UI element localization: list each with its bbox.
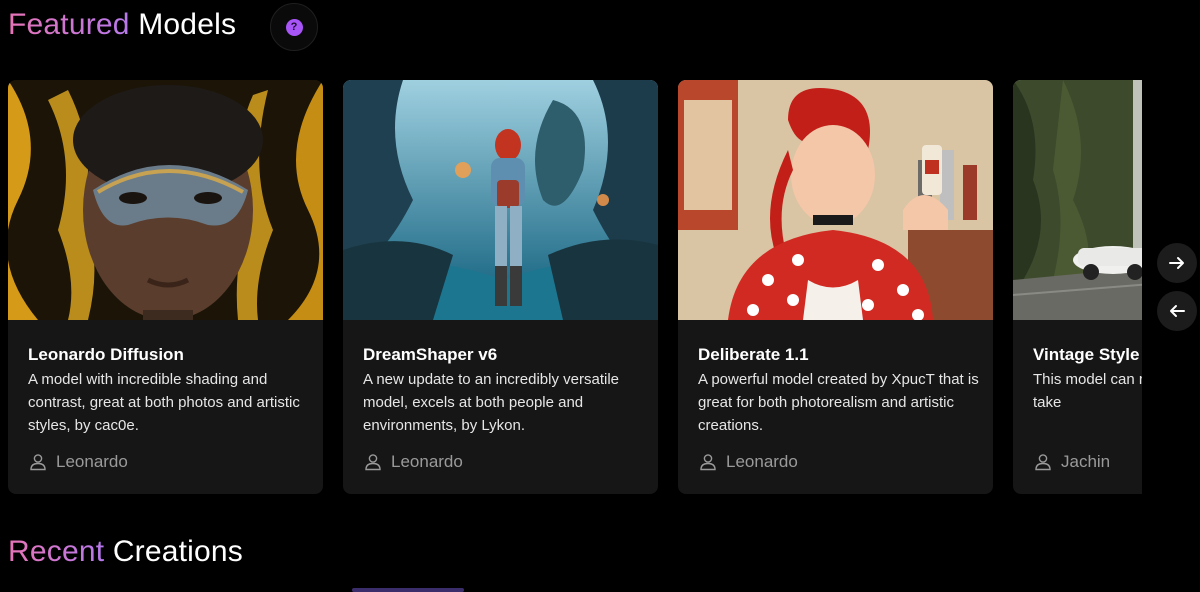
user-icon — [700, 454, 716, 471]
heading-accent-text: Recent — [8, 535, 105, 568]
carousel-next-button[interactable] — [1157, 243, 1197, 283]
model-thumbnail — [1013, 80, 1142, 320]
carousel-prev-button[interactable] — [1157, 291, 1197, 331]
heading-plain-text: Creations — [112, 535, 244, 568]
heading-accent-text: Featured — [8, 8, 130, 41]
model-description: A powerful model created by XpucT that i… — [698, 371, 979, 434]
author-name: Leonardo — [726, 452, 798, 471]
arrow-right-icon — [1169, 257, 1184, 269]
model-author: Leonardo — [698, 452, 798, 472]
model-title: Deliberate 1.1 — [698, 345, 809, 364]
model-author: Jachin — [1033, 452, 1110, 472]
featured-models-heading: Featured Models — [8, 8, 236, 42]
user-icon — [365, 454, 381, 471]
user-icon — [1035, 454, 1051, 471]
user-icon — [30, 454, 46, 471]
featured-models-carousel: Leonardo Diffusion A model with incredib… — [8, 80, 1142, 495]
model-author: Leonardo — [363, 452, 463, 472]
recent-creations-heading: Recent Creations — [8, 535, 243, 569]
author-name: Jachin — [1061, 452, 1111, 471]
arrow-left-icon — [1170, 305, 1185, 317]
model-thumbnail — [678, 80, 993, 320]
model-description: A model with incredible shading and cont… — [28, 371, 300, 434]
author-name: Leonardo — [56, 452, 128, 471]
model-author: Leonardo — [28, 452, 128, 472]
model-card[interactable]: Deliberate 1.1 A powerful model created … — [678, 80, 993, 494]
help-button[interactable]: ? — [270, 3, 318, 51]
model-title: Leonardo Diffusion — [28, 345, 184, 364]
model-title: DreamShaper v6 — [363, 345, 498, 364]
model-thumbnail — [8, 80, 323, 320]
model-thumbnail — [343, 80, 658, 320]
model-card[interactable]: DreamShaper v6 A new update to an incred… — [343, 80, 658, 494]
model-description: This model can range of image as if it w… — [1033, 371, 1142, 411]
model-card[interactable]: Leonardo Diffusion A model with incredib… — [8, 80, 323, 494]
heading-plain-text: Models — [138, 8, 237, 41]
model-card[interactable]: Vintage Style This model can range of im… — [1013, 80, 1142, 494]
question-circle-icon: ? — [285, 18, 303, 36]
content-peek-strip — [352, 588, 464, 592]
model-description: A new update to an incredibly versatile … — [363, 371, 619, 434]
model-title: Vintage Style — [1033, 345, 1140, 364]
author-name: Leonardo — [391, 452, 463, 471]
